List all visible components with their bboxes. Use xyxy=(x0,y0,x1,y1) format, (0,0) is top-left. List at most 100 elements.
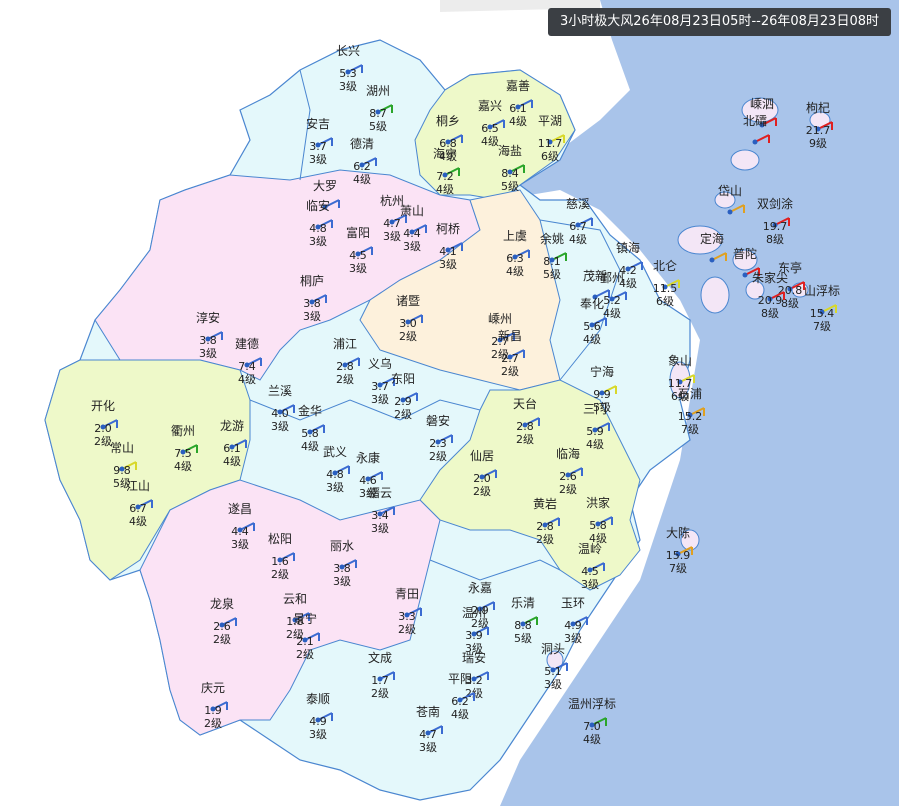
station-level: 2级 xyxy=(516,433,534,446)
station-level: 3级 xyxy=(439,258,457,271)
station-name: 象山 xyxy=(668,354,692,368)
station-speed: 6.7 xyxy=(569,220,587,233)
station-name: 朱家尖 xyxy=(752,270,788,285)
station-name: 山浮标 xyxy=(804,284,840,298)
station-name: 磐安 xyxy=(426,413,450,428)
station-speed: 6.2 xyxy=(451,695,469,708)
station-level: 3级 xyxy=(581,578,599,591)
station-speed: 4.1 xyxy=(439,245,457,258)
station-name: 永嘉 xyxy=(468,581,492,595)
station-name: 三门 xyxy=(583,401,607,416)
station-level: 3级 xyxy=(309,728,327,741)
station-name: 平湖 xyxy=(538,113,562,128)
station-level: 2级 xyxy=(399,330,417,343)
station-name: 大罗 xyxy=(313,179,337,193)
station-speed: 8.8 xyxy=(514,619,532,632)
station-level: 2级 xyxy=(394,408,412,421)
station-name: 北礵 xyxy=(743,114,767,128)
station-name: 浦江 xyxy=(333,337,357,351)
station-name: 双剑涂 xyxy=(757,196,793,211)
station-level: 8级 xyxy=(766,233,784,246)
station-speed: 6.7 xyxy=(129,502,147,515)
station-level: 2级 xyxy=(473,485,491,498)
station-speed: 8.7 xyxy=(369,107,387,120)
wind-map[interactable]: 长兴5.33级 湖州8.75级安吉3.73级德清6.24级嘉善6.14级嘉兴6.5… xyxy=(0,0,899,806)
station-name: 丽水 xyxy=(330,539,354,553)
station-level: 3级 xyxy=(564,632,582,645)
station-name: 平阳 xyxy=(448,672,472,686)
station-level: 8级 xyxy=(761,307,779,320)
station-level: 4级 xyxy=(509,115,527,128)
station-speed: 6.1 xyxy=(223,442,241,455)
station-speed: 3.8 xyxy=(303,297,321,310)
station-speed: 2.6 xyxy=(213,620,231,633)
station-name: 江山 xyxy=(126,479,150,493)
station-level: 3级 xyxy=(271,420,289,433)
station-name: 苍南 xyxy=(416,704,440,719)
station-name: 常山 xyxy=(110,441,134,455)
station-name: 乐清 xyxy=(511,596,535,610)
station-level: 7级 xyxy=(681,423,699,436)
station-speed: 3.7 xyxy=(309,140,327,153)
station-name: 温州 xyxy=(462,606,486,620)
station-level: 4级 xyxy=(301,440,319,453)
station-name: 仙居 xyxy=(470,449,494,463)
station-name: 鄞州 xyxy=(600,271,624,285)
station-name: 临安 xyxy=(306,198,330,213)
station-speed: 4.7 xyxy=(383,217,401,230)
station-speed: 3.9 xyxy=(465,629,483,642)
station-name: 上虞 xyxy=(503,229,527,243)
station-level: 2级 xyxy=(336,373,354,386)
station-speed: 4.8 xyxy=(309,222,327,235)
station-level: 5级 xyxy=(369,120,387,133)
station-speed: 6.2 xyxy=(353,160,371,173)
station-name: 定海 xyxy=(700,231,724,246)
station-speed: 2.6 xyxy=(559,470,577,483)
station-speed: 1.9 xyxy=(204,704,222,717)
station-level: 2级 xyxy=(429,450,447,463)
station-name: 永康 xyxy=(356,450,380,465)
station-name: 遂昌 xyxy=(228,502,252,516)
station-speed: 7.5 xyxy=(174,447,192,460)
station-name: 建德 xyxy=(235,336,259,351)
station-name: 海宁 xyxy=(433,146,457,161)
station-name: 玉环 xyxy=(561,596,585,610)
station-dot xyxy=(709,257,715,263)
station-name: 岱山 xyxy=(718,184,742,198)
station-speed: 5.3 xyxy=(339,67,357,80)
station-level: 4级 xyxy=(238,373,256,386)
station-name: 开化 xyxy=(91,399,115,413)
station-speed: 4.9 xyxy=(309,715,327,728)
station-speed: 3.3 xyxy=(398,610,416,623)
station-name: 萧山 xyxy=(400,204,424,218)
station-level: 2级 xyxy=(204,717,222,730)
station-name: 慈溪 xyxy=(566,196,590,211)
station-name: 石浦 xyxy=(678,387,702,401)
station-level: 2级 xyxy=(559,483,577,496)
station-level: 9级 xyxy=(809,137,827,150)
station-level: 3级 xyxy=(544,678,562,691)
station-name: 文成 xyxy=(368,650,392,665)
station-name: 云和 xyxy=(283,592,307,606)
station-name: 龙游 xyxy=(220,419,244,433)
station-name: 新昌 xyxy=(498,328,522,343)
station-name: 普陀 xyxy=(733,246,757,261)
station-level: 3级 xyxy=(339,80,357,93)
station-name: 洪家 xyxy=(586,495,610,510)
station-level: 4级 xyxy=(583,733,601,746)
station-speed: 3.8 xyxy=(333,562,351,575)
station-speed: 2.3 xyxy=(429,437,447,450)
station-speed: 5.6 xyxy=(583,320,601,333)
station-level: 4级 xyxy=(223,455,241,468)
station-level: 4级 xyxy=(506,265,524,278)
station-speed: 5.8 xyxy=(589,519,607,532)
station-name: 衢州 xyxy=(171,424,195,438)
station-name: 松阳 xyxy=(268,532,292,546)
station-name: 海盐 xyxy=(498,143,522,158)
station-name: 柯桥 xyxy=(436,222,460,236)
station-speed: 8.1 xyxy=(543,255,561,268)
station-level: 2级 xyxy=(213,633,231,646)
station-speed: 7.2 xyxy=(436,170,454,183)
station-level: 3级 xyxy=(309,235,327,248)
station-speed: 4.4 xyxy=(403,227,421,240)
